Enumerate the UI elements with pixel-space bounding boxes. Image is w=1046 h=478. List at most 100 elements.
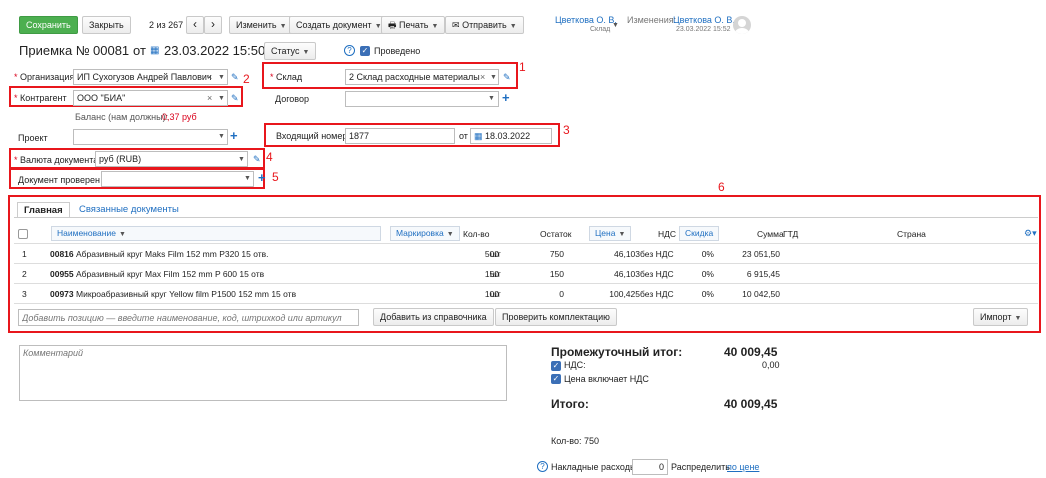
chevron-down-icon[interactable]: ▼ — [244, 175, 251, 182]
incoming-number-field[interactable]: 1877 — [345, 128, 455, 144]
check-kit-button[interactable]: Проверить комплектацию — [495, 308, 617, 326]
help-icon[interactable]: ? — [344, 45, 355, 56]
document-date[interactable]: 23.03.2022 15:50 — [164, 43, 265, 58]
add-project-icon[interactable]: + — [230, 128, 238, 143]
row-discount[interactable]: 0% — [684, 284, 714, 304]
import-button[interactable]: Импорт ▼ — [973, 308, 1029, 326]
chevron-down-icon: ▼ — [446, 231, 454, 238]
add-from-catalog-button[interactable]: Добавить из справочника — [373, 308, 494, 326]
select-all-checkbox[interactable] — [18, 229, 28, 239]
column-header-marking[interactable]: Маркировка ▼ — [390, 226, 460, 241]
prev-record-button[interactable]: ‹ — [186, 16, 204, 34]
row-name[interactable]: 00955 Абразивный круг Max Film 152 mm P … — [50, 264, 264, 284]
tab-related-documents[interactable]: Связанные документы — [73, 202, 185, 218]
save-button[interactable]: Сохранить — [19, 16, 78, 34]
edit-icon[interactable]: ✎ — [231, 93, 239, 104]
create-document-button[interactable]: Создать документ ▼ — [289, 16, 389, 34]
row-price[interactable]: 46,103 — [594, 244, 640, 264]
table-row[interactable]: 1 00816 Абразивный круг Maks Film 152 mm… — [14, 243, 1038, 263]
row-name[interactable]: 00973 Микроабразивный круг Yellow film P… — [50, 284, 296, 304]
row-sum: 6 915,45 — [746, 269, 780, 279]
organization-field[interactable]: ИП Сухогузов Андрей Павлович — [73, 69, 228, 85]
comment-textarea[interactable] — [19, 345, 507, 401]
row-stock: 0 — [559, 289, 564, 299]
change-menu-button[interactable]: Изменить ▼ — [229, 16, 294, 34]
row-vat[interactable]: без НДС — [640, 264, 674, 284]
edit-icon[interactable]: ✎ — [253, 154, 261, 165]
user-role: Склад — [590, 26, 611, 33]
changes-user[interactable]: Цветкова О. В. — [673, 15, 735, 25]
quantity-total: Кол-во: 750 — [551, 436, 600, 446]
help-icon[interactable]: ? — [537, 461, 548, 472]
chevron-down-icon[interactable]: ▼ — [238, 156, 245, 163]
annotation-5: 5 — [272, 170, 279, 184]
create-document-label: Создать документ — [296, 20, 372, 30]
row-number: 2 — [22, 269, 27, 279]
total-value: 40 009,45 — [724, 397, 778, 411]
row-discount[interactable]: 0% — [684, 244, 714, 264]
clear-icon[interactable]: × — [207, 93, 212, 103]
print-button[interactable]: 🖶 Печать ▼ — [381, 16, 446, 34]
row-discount[interactable]: 0% — [684, 264, 714, 284]
chevron-down-icon[interactable]: ▼ — [488, 95, 495, 102]
column-header-name[interactable]: Наименование ▼ — [51, 226, 381, 241]
status-button[interactable]: Статус ▼ — [264, 42, 317, 60]
currency-field[interactable]: руб (RUB) — [95, 151, 248, 167]
close-button[interactable]: Закрыть — [82, 16, 131, 34]
calendar-icon[interactable]: ▦ — [150, 45, 159, 56]
contractor-field[interactable]: ООО "БИА" — [73, 90, 228, 106]
edit-icon[interactable]: ✎ — [503, 72, 511, 83]
clear-icon[interactable]: × — [207, 72, 212, 82]
row-vat[interactable]: без НДС — [640, 284, 674, 304]
edit-icon[interactable]: ✎ — [231, 72, 239, 83]
checked-field[interactable] — [101, 171, 254, 187]
send-button[interactable]: ✉ Отправить ▼ — [445, 16, 524, 34]
chevron-down-icon[interactable]: ▼ — [612, 22, 619, 29]
chevron-down-icon[interactable]: ▼ — [218, 95, 225, 102]
row-stock: 150 — [549, 269, 564, 279]
contract-field[interactable] — [345, 91, 499, 107]
table-row[interactable]: 2 00955 Абразивный круг Max Film 152 mm … — [14, 263, 1038, 283]
page-title: Приемка № — [19, 43, 90, 58]
distribute-by-price-link[interactable]: по цене — [727, 462, 759, 472]
warehouse-field[interactable]: 2 Склад расходные материалы — [345, 69, 499, 85]
add-checked-icon[interactable]: + — [258, 170, 266, 185]
chevron-down-icon[interactable]: ▼ — [218, 74, 225, 81]
document-number[interactable]: 00081 — [93, 43, 129, 58]
column-marking-label: Маркировка — [396, 228, 444, 238]
incoming-date-field[interactable]: ▦ 18.03.2022 — [470, 128, 552, 144]
add-contract-icon[interactable]: + — [502, 90, 510, 105]
print-label: Печать — [399, 20, 429, 30]
tab-main[interactable]: Главная — [17, 202, 70, 218]
posted-checkbox[interactable]: ✓ — [360, 46, 370, 56]
next-record-button[interactable]: › — [204, 16, 222, 34]
vat-checkbox[interactable]: ✓ — [551, 361, 561, 371]
overhead-input[interactable]: 0 — [632, 459, 668, 475]
row-price[interactable]: 46,103 — [594, 264, 640, 284]
user-name[interactable]: Цветкова О. В. — [555, 15, 617, 25]
row-price[interactable]: 100,425 — [594, 284, 640, 304]
column-header-discount[interactable]: Скидка — [679, 226, 720, 241]
add-position-input[interactable] — [18, 309, 359, 326]
gear-icon[interactable]: ⚙▾ — [1024, 228, 1037, 239]
chevron-down-icon: ▼ — [118, 231, 126, 238]
chevron-down-icon[interactable]: ▼ — [218, 133, 225, 140]
subtotal-label: Промежуточный итог: — [551, 345, 683, 359]
row-unit: шт — [490, 289, 501, 299]
row-stock: 750 — [549, 249, 564, 259]
project-label: Проект — [18, 133, 48, 143]
project-field[interactable] — [73, 129, 228, 145]
column-header-gtd: ГТД — [783, 229, 799, 239]
row-name[interactable]: 00816 Абразивный круг Maks Film 152 mm P… — [50, 244, 269, 264]
column-header-price[interactable]: Цена ▼ — [589, 226, 632, 241]
avatar[interactable] — [733, 16, 751, 34]
row-code: 00955 — [50, 269, 74, 279]
changes-datetime: 23.03.2022 15:52 — [676, 26, 731, 33]
price-includes-vat-checkbox[interactable]: ✓ — [551, 374, 561, 384]
price-includes-vat-label: Цена включает НДС — [564, 374, 649, 384]
clear-icon[interactable]: × — [480, 72, 485, 82]
table-row[interactable]: 3 00973 Микроабразивный круг Yellow film… — [14, 283, 1038, 303]
chevron-down-icon[interactable]: ▼ — [490, 74, 497, 81]
contractor-label: * Контрагент — [14, 93, 67, 103]
row-vat[interactable]: без НДС — [640, 244, 674, 264]
